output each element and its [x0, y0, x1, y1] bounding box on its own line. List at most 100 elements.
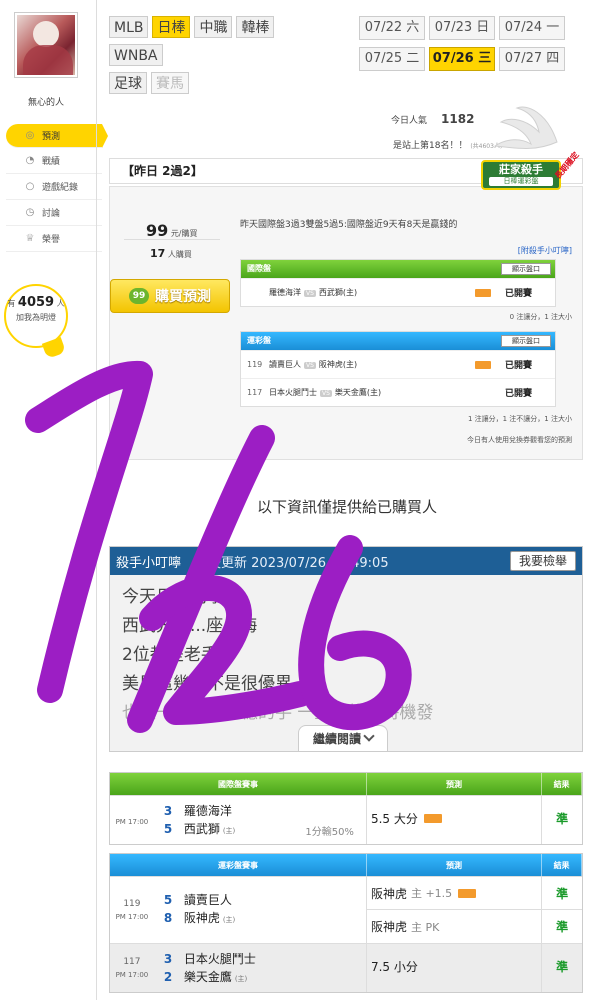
tip-title: 殺手小叮嚀	[116, 555, 182, 571]
buy-prediction-button[interactable]: 99 購買預測	[110, 279, 230, 313]
lottery-panel-header: 運彩盤 顯示盤口	[241, 332, 555, 350]
popularity-label: 今日人氣	[391, 116, 428, 126]
away-team: 日本火腿鬥士	[269, 388, 317, 397]
avatar[interactable]	[14, 12, 78, 78]
intl-results-table: 國際盤賽事 預測 結果 PM 17:00 3 羅德海洋 5 西武獅 (主) 1分輸50…	[109, 772, 583, 845]
tab-cpbl[interactable]: 中職	[194, 16, 233, 38]
badge-title: 莊家殺手	[499, 163, 543, 176]
tab-horse-racing[interactable]: 賽馬	[151, 72, 189, 94]
read-more-label: 繼續閱讀	[312, 732, 361, 746]
header-cell: 預測	[367, 854, 543, 876]
team-name: 西武獅	[183, 822, 220, 836]
tip-line: 今天日本馬學	[122, 587, 224, 607]
sidebar-item-honor[interactable]: ♕ 榮譽	[6, 226, 102, 252]
game-time-cell: 117 PM 17:00	[110, 944, 154, 992]
read-more-button[interactable]: 繼續閱讀	[298, 725, 388, 751]
game-number: 119	[247, 360, 263, 369]
team-line: 3 日本火腿鬥士	[164, 950, 366, 968]
team-name: 讀賣巨人	[183, 893, 232, 907]
sidebar: 無心的人 ◎ 預測 ◔ 戰績 ○ 遊戲紀錄 ◷ 討論 ♕ 榮譽 有 4059 人…	[0, 0, 108, 1000]
result-cell: 準	[542, 796, 582, 844]
game-time-cell: 119 PM 17:00	[110, 877, 154, 943]
main-content: MLB 日棒 中職 韓棒 WNBA 足球 賽馬 07/22 六 07/23 日 …	[96, 0, 597, 1000]
prediction-side: 主 +1.5	[410, 887, 453, 900]
header-cell: 預測	[367, 773, 543, 795]
follow-cta: 加我為明燈	[16, 313, 56, 322]
tag-icon	[423, 814, 442, 823]
tip-line: 西武先發...座人海	[122, 616, 258, 636]
tip-link[interactable]: [附殺手小叮嚀]	[518, 245, 572, 256]
intl-panel-title: 國際盤	[247, 264, 271, 273]
team-name: 羅德海洋	[183, 804, 232, 818]
game-teams: 羅德海洋 VS 西武獅(主)	[269, 287, 475, 298]
tab-npb[interactable]: 日棒	[152, 16, 191, 38]
tag-icon	[475, 288, 491, 297]
show-odds-button[interactable]: 顯示盤口	[501, 263, 551, 275]
lottery-panel: 運彩盤 顯示盤口 119 讀賣巨人 VS 阪神虎(主) 已開賽 117 日本火腿鬥士…	[240, 331, 556, 407]
game-row: 119 讀賣巨人 VS 阪神虎(主) 已開賽	[241, 350, 555, 378]
buy-button-label: 購買預測	[155, 289, 211, 305]
price-tag-icon: 99	[129, 288, 149, 304]
game-state: 已開賽	[505, 389, 533, 399]
sidebar-item-label: 榮譽	[42, 235, 61, 245]
header-cell: 運彩盤賽事	[110, 854, 367, 876]
prediction-cell: 阪神虎主 +1.5 阪神虎主 PK	[366, 877, 543, 943]
team-line: 5 讀賣巨人	[164, 891, 366, 909]
tip-article-header: 殺手小叮嚀 最後更新 2023/07/26 19:49:05 我要檢舉	[110, 547, 582, 575]
chat-icon: ◔	[25, 155, 35, 166]
teams-cell: 3 羅德海洋 5 西武獅 (主) 1分輸50%	[154, 796, 367, 844]
circle-icon: ○	[25, 181, 35, 192]
score: 3	[163, 952, 173, 966]
team-name: 阪神虎	[183, 911, 220, 925]
tab-soccer[interactable]: 足球	[109, 72, 147, 94]
fans-prefix: 有	[7, 299, 16, 308]
home-mark: (主)	[222, 827, 236, 835]
result-value: 準	[556, 812, 569, 826]
sidebar-item-label: 遊戲紀錄	[42, 183, 79, 193]
date-0724[interactable]: 07/24 一	[499, 16, 565, 40]
header-cell: 結果	[542, 773, 582, 795]
sidebar-item-predict[interactable]: ◎ 預測	[6, 124, 108, 148]
popularity: 今日人氣 1182	[391, 112, 474, 126]
result-cell: 準 準	[542, 877, 583, 943]
prediction-text: 阪神虎	[370, 920, 407, 934]
date-0723[interactable]: 07/23 日	[429, 16, 495, 40]
date-0726[interactable]: 07/26 三	[429, 47, 495, 71]
trophy-icon: ♕	[25, 233, 35, 244]
chevron-down-icon	[363, 730, 375, 742]
show-odds-button[interactable]: 顯示盤口	[501, 335, 551, 347]
team-line: 3 羅德海洋	[164, 802, 366, 820]
tab-wnba[interactable]: WNBA	[109, 44, 163, 66]
sidebar-item-label: 討論	[42, 209, 61, 219]
score: 3	[163, 804, 173, 818]
team-name: 日本火腿鬥士	[183, 952, 256, 966]
date-0727[interactable]: 07/27 四	[499, 47, 565, 71]
killer-badge: 莊家殺手 日棒運彩盤	[481, 160, 561, 190]
purchase-notice: 以下資訊僅提供給已購買人	[256, 498, 437, 516]
sidebar-item-record[interactable]: ◔ 戰績	[6, 148, 102, 174]
report-button[interactable]: 我要檢舉	[509, 551, 576, 571]
tab-mlb[interactable]: MLB	[109, 16, 149, 38]
lottery-results-table: 運彩盤賽事 預測 結果 119 PM 17:00 5 讀賣巨人 8 阪神虎 (主) 阪…	[109, 853, 583, 993]
game-number: 117	[123, 957, 141, 967]
sidebar-item-discuss[interactable]: ◷ 討論	[6, 200, 102, 226]
tab-kbo[interactable]: 韓棒	[236, 16, 275, 38]
tip-line: 也是一海控球不穩的手 一直想找到時機發	[122, 703, 434, 723]
date-0722[interactable]: 07/22 六	[359, 16, 425, 40]
sidebar-item-history[interactable]: ○ 遊戲紀錄	[6, 174, 102, 200]
clock-icon: ◷	[25, 207, 35, 218]
team-line: 8 阪神虎 (主)	[164, 909, 366, 927]
tip-line: 美馬這幾年不是很優異	[122, 674, 292, 694]
score: 8	[163, 911, 173, 925]
top-bar: MLB 日棒 中職 韓棒 WNBA 足球 賽馬 07/22 六 07/23 日 …	[97, 0, 587, 151]
game-teams: 讀賣巨人 VS 阪神虎(主)	[269, 359, 475, 370]
home-team: 樂天金鷹(主)	[334, 388, 382, 397]
vs-icon: VS	[304, 362, 316, 369]
avatar-image	[17, 15, 75, 75]
table-row: PM 17:00 3 羅德海洋 5 西武獅 (主) 1分輸50% 5.5 大分 準	[110, 795, 582, 844]
fans-count: 4059	[17, 295, 55, 310]
tip-line: 2位都是老手了	[122, 645, 235, 665]
date-0725[interactable]: 07/25 二	[359, 47, 425, 71]
game-row: 117 日本火腿鬥士 VS 樂天金鷹(主) 已開賽	[241, 378, 555, 406]
vs-icon: VS	[320, 390, 332, 397]
